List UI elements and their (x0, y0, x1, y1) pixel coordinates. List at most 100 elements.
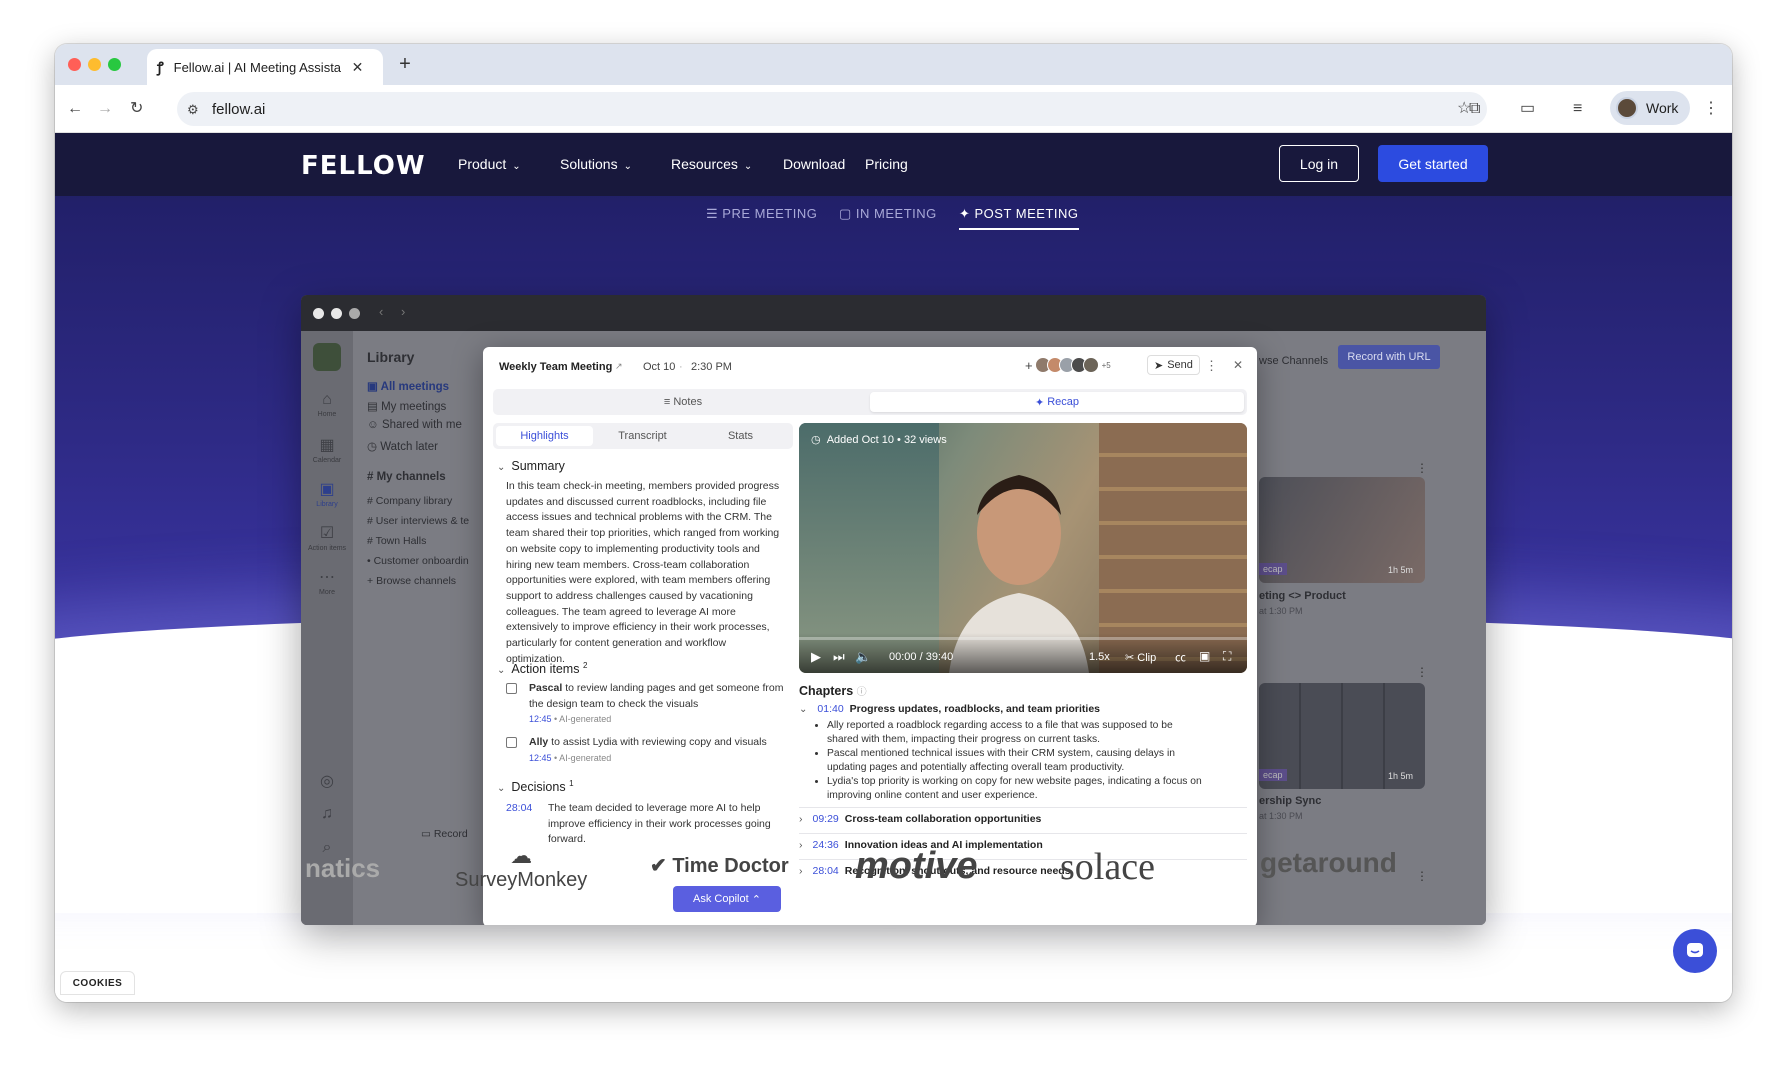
url-text: fellow.ai (212, 101, 266, 118)
chevron-down-icon: ⌄ (512, 161, 521, 172)
chat-launcher-button[interactable] (1673, 929, 1717, 973)
chevron-down-icon: ⌄ (623, 161, 632, 172)
channel-item: # User interviews & te (367, 515, 470, 527)
nav-pricing[interactable]: Pricing (865, 156, 908, 172)
reload-icon[interactable]: ↻ (130, 99, 143, 119)
maximize-window-button[interactable] (108, 58, 121, 71)
back-arrow-icon[interactable]: ← (67, 99, 83, 119)
close-tab-icon[interactable]: ✕ (352, 59, 364, 76)
login-button[interactable]: Log in (1279, 145, 1359, 182)
speed-button[interactable]: 1.5x (1089, 651, 1110, 663)
meeting-title[interactable]: Weekly Team Meeting (499, 361, 612, 373)
nav-product[interactable]: Product ⌄ (458, 156, 521, 172)
library-item: ◷ Watch later (367, 441, 438, 453)
meeting-time: 2:30 PM (691, 361, 732, 373)
channels-title: # My channels (367, 471, 446, 483)
card-menu-icon: ⋮ (1416, 461, 1428, 475)
browser-menu-icon[interactable]: ⋮ (1703, 99, 1719, 119)
tab-highlights[interactable]: Highlights (496, 426, 593, 446)
rail-more: ⋯ More (301, 567, 353, 596)
media-control-icon[interactable]: ≡ (1573, 99, 1582, 119)
video-controls: ▶ ⏭ 🔈 00:00 / 39:40 1.5x ✂ Clip ㏄ ▣ ⛶ (799, 633, 1247, 673)
close-icon[interactable]: ✕ (1233, 358, 1243, 372)
profile-button[interactable]: Work (1610, 91, 1690, 125)
nav-download[interactable]: Download (783, 156, 845, 172)
browse-channels-link: wse Channels (1259, 355, 1329, 367)
action-item-checkbox[interactable] (506, 737, 517, 748)
rail-action-items: ☑ Action items (301, 523, 353, 552)
forward-arrow-icon[interactable]: → (97, 99, 113, 119)
extensions-icon[interactable]: ⧉ (1469, 99, 1480, 119)
calendar-icon: ▦ (319, 437, 335, 454)
fellow-logo[interactable]: FELLOW (301, 151, 426, 181)
chapter-row[interactable]: › 09:29 Cross-team collaboration opportuni… (799, 807, 1247, 833)
browser-toolbar: ← → ↻ ⚙ fellow.ai ☆ ⧉ ▭ ≡ Work ⋮ (55, 85, 1732, 133)
fullscreen-icon[interactable]: ⛶ (1223, 649, 1231, 664)
chapter-expanded[interactable]: ⌄ 01:40 Progress updates, roadblocks, and … (799, 703, 1247, 803)
decisions-header[interactable]: ⌄ Decisions 1 (497, 779, 574, 794)
rail-calendar: ▦ Calendar (301, 435, 353, 464)
external-link-icon[interactable]: ↗ (615, 361, 623, 372)
chevron-down-icon: ⌄ (497, 462, 506, 473)
record-url-button: Record with URL (1338, 345, 1440, 369)
minimize-window-button[interactable] (88, 58, 101, 71)
site-settings-icon[interactable]: ⚙ (187, 100, 199, 120)
chevron-down-icon: ⌄ (497, 665, 506, 677)
library-item: ▣ All meetings (367, 381, 450, 393)
highlights-subtabs: Highlights Transcript Stats (493, 423, 793, 449)
chevron-down-icon: ⌄ (497, 783, 506, 795)
more-options-icon[interactable]: ⋮ (1205, 358, 1218, 374)
site-nav: FELLOW Product ⌄ Solutions ⌄ Resources ⌄ Do… (55, 133, 1732, 196)
nav-resources[interactable]: Resources ⌄ (671, 156, 752, 172)
tab-stats[interactable]: Stats (692, 426, 789, 446)
browser-tab[interactable]: ꝭ Fellow.ai | AI Meeting Assista ✕ (147, 49, 383, 85)
tab-notes[interactable]: ≡ Notes (496, 392, 870, 412)
pip-icon[interactable]: ▣ (1199, 649, 1210, 663)
tab-in-meeting[interactable]: ▢ IN MEETING (839, 206, 937, 222)
cookies-button[interactable]: COOKIES (60, 971, 135, 995)
bell-icon: ♫ (321, 805, 333, 822)
close-window-button[interactable] (68, 58, 81, 71)
captions-icon[interactable]: ㏄ (1175, 649, 1186, 665)
action-items-header[interactable]: ⌄ Action items 2 (497, 661, 587, 676)
channel-item: # Town Halls (367, 535, 427, 547)
checkbox-icon: ☑ (319, 525, 335, 542)
tab-recap[interactable]: ✦ Recap (870, 392, 1244, 412)
video-player[interactable]: ◷ Added Oct 10 • 32 views ▶ ⏭ 🔈 00:00 / … (799, 423, 1247, 673)
action-item: Ally to assist Lydia with reviewing copy… (506, 735, 786, 769)
channel-item: • Customer onboardin (367, 555, 469, 567)
workspace-logo (313, 343, 341, 371)
card-title: eting <> Product (1259, 590, 1346, 602)
volume-icon[interactable]: 🔈 (855, 649, 871, 665)
app-back-icon: ‹ (379, 304, 384, 319)
nav-solutions[interactable]: Solutions ⌄ (560, 156, 632, 172)
address-bar[interactable]: ⚙ fellow.ai ☆ (177, 92, 1487, 126)
meeting-date: Oct 10 (643, 361, 676, 373)
tab-search-icon[interactable]: ▭ (1520, 99, 1535, 119)
get-started-button[interactable]: Get started (1378, 145, 1488, 182)
surveymonkey-logo: ☁ SurveyMonkey (455, 843, 588, 891)
add-attendee-icon: + (1025, 357, 1033, 373)
timedoctor-logo: ✔ Time Doctor (650, 855, 789, 877)
action-item: Pascal to review landing pages and get s… (506, 681, 786, 731)
card-menu-icon: ⋮ (1416, 665, 1428, 679)
new-tab-button[interactable]: + (393, 53, 417, 76)
chapter-bullets: Ally reported a roadblock regarding acce… (827, 719, 1207, 803)
channel-item: + Browse channels (367, 575, 457, 587)
rail-library: ▣ Library (301, 479, 353, 508)
tab-post-meeting[interactable]: ✦ POST MEETING (959, 206, 1079, 230)
tab-pre-meeting[interactable]: ☰ PRE MEETING (706, 206, 817, 222)
library-item: ☺ Shared with me (367, 419, 462, 431)
tab-transcript[interactable]: Transcript (594, 426, 691, 446)
video-progress-bar[interactable] (799, 637, 1247, 640)
logo-text: natics (305, 853, 381, 883)
attendee-avatars[interactable]: + +5 (1025, 357, 1111, 373)
play-icon[interactable]: ▶ (811, 649, 821, 665)
solace-logo: solace (1060, 846, 1155, 888)
send-button[interactable]: ➤ Send (1147, 355, 1200, 375)
summary-header[interactable]: ⌄ Summary (497, 459, 565, 473)
clip-button[interactable]: ✂ Clip (1125, 651, 1156, 664)
action-item-checkbox[interactable] (506, 683, 517, 694)
skip-icon[interactable]: ⏭ (833, 649, 845, 665)
web-page: FELLOW Product ⌄ Solutions ⌄ Resources ⌄ Do… (55, 133, 1732, 1002)
